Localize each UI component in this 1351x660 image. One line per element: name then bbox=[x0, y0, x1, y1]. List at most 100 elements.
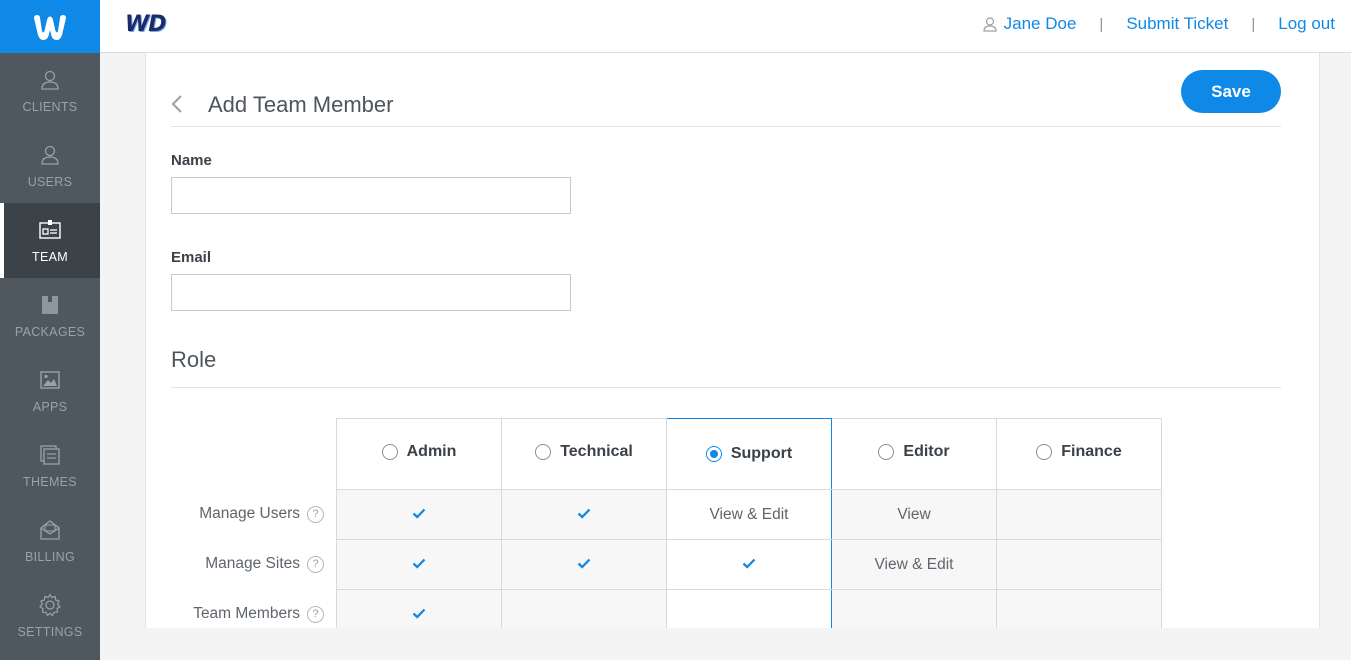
role-option-technical[interactable]: Technical bbox=[501, 418, 667, 490]
permission-labels: Manage Users? Manage Sites? Team Members? bbox=[171, 489, 324, 628]
person-icon bbox=[41, 70, 59, 90]
permission-cell: View & Edit bbox=[666, 489, 832, 540]
radio-button[interactable] bbox=[878, 444, 895, 460]
email-label: Email bbox=[171, 249, 212, 266]
permission-value: View & Edit bbox=[709, 505, 789, 523]
person-icon bbox=[41, 145, 59, 165]
id-card-icon bbox=[39, 219, 61, 239]
permission-cell bbox=[501, 489, 667, 540]
role-radio-group[interactable]: Editor bbox=[878, 443, 950, 461]
permission-value: View bbox=[897, 505, 931, 523]
radio-button[interactable] bbox=[1036, 444, 1053, 460]
role-radio-group[interactable]: Finance bbox=[1036, 443, 1122, 461]
role-label: Editor bbox=[903, 443, 950, 460]
page-header: Add Team Member Save bbox=[171, 53, 1281, 127]
user-name: Jane Doe bbox=[1003, 14, 1077, 33]
permission-row-label: Manage Sites? bbox=[171, 539, 324, 589]
permission-name: Manage Sites bbox=[205, 555, 300, 572]
sidebar-item-team[interactable]: TEAM bbox=[0, 203, 100, 278]
role-radio-group[interactable]: Admin bbox=[381, 443, 457, 461]
role-label: Support bbox=[730, 445, 793, 462]
top-bar: WD Jane Doe | Submit Ticket | Log out bbox=[100, 0, 1351, 53]
sidebar-item-label: APPS bbox=[32, 399, 68, 414]
permission-cell: View & Edit bbox=[831, 539, 997, 590]
checkmark-icon bbox=[577, 558, 591, 569]
sidebar: CLIENTS USERS TEAM PACKAGES APPS THEMES BILLIN… bbox=[0, 0, 100, 660]
role-label: Finance bbox=[1061, 443, 1122, 460]
name-label: Name bbox=[171, 152, 212, 169]
logout-link[interactable]: Log out bbox=[1278, 14, 1335, 34]
checkmark-icon bbox=[412, 508, 426, 519]
user-menu[interactable]: Jane Doe bbox=[983, 14, 1077, 34]
main-card: Add Team Member Save Name Email Role Man… bbox=[145, 53, 1320, 628]
table-row bbox=[336, 589, 1162, 628]
role-option-support[interactable]: Support bbox=[666, 418, 832, 490]
nav-separator: | bbox=[1099, 15, 1104, 33]
submit-ticket-link[interactable]: Submit Ticket bbox=[1126, 14, 1228, 34]
name-field[interactable] bbox=[171, 177, 571, 214]
top-nav: Jane Doe | Submit Ticket | Log out bbox=[983, 14, 1335, 34]
permission-name: Team Members bbox=[193, 605, 300, 622]
role-radio-group[interactable]: Technical bbox=[535, 443, 633, 461]
permission-name: Manage Users bbox=[199, 505, 300, 522]
permission-cell bbox=[996, 489, 1162, 540]
sidebar-item-label: TEAM bbox=[32, 249, 68, 264]
checkmark-icon bbox=[412, 608, 426, 619]
radio-button[interactable] bbox=[381, 444, 398, 460]
permission-cell bbox=[996, 589, 1162, 628]
role-option-finance[interactable]: Finance bbox=[996, 418, 1162, 490]
role-table: Admin Technical Support Editor Finance View … bbox=[336, 418, 1162, 628]
role-option-admin[interactable]: Admin bbox=[336, 418, 502, 490]
permission-cell bbox=[336, 589, 502, 628]
chevron-left-icon[interactable] bbox=[171, 94, 183, 114]
sidebar-item-apps[interactable]: APPS bbox=[0, 353, 100, 428]
sidebar-item-themes[interactable]: THEMES bbox=[0, 428, 100, 503]
radio-button[interactable] bbox=[705, 446, 722, 462]
sidebar-item-settings[interactable]: SETTINGS bbox=[0, 578, 100, 653]
package-icon bbox=[42, 295, 58, 314]
role-option-editor[interactable]: Editor bbox=[831, 418, 997, 490]
role-section-title: Role bbox=[171, 347, 217, 372]
sidebar-item-clients[interactable]: CLIENTS bbox=[0, 53, 100, 128]
role-label: Admin bbox=[406, 443, 457, 460]
image-icon bbox=[40, 370, 60, 389]
role-label: Technical bbox=[560, 443, 633, 460]
sidebar-item-label: SETTINGS bbox=[17, 624, 83, 639]
table-row: View & Edit bbox=[336, 539, 1162, 590]
permission-row-label: Manage Users? bbox=[171, 489, 324, 539]
weebly-w-logo-icon bbox=[34, 14, 66, 40]
sidebar-item-label: USERS bbox=[27, 174, 73, 189]
sidebar-item-label: BILLING bbox=[24, 549, 76, 564]
divider bbox=[171, 387, 1281, 388]
sidebar-item-label: THEMES bbox=[23, 474, 77, 489]
gear-icon bbox=[39, 592, 61, 617]
permission-value: View & Edit bbox=[874, 555, 954, 573]
role-radio-group[interactable]: Support bbox=[705, 445, 793, 463]
sidebar-item-packages[interactable]: PACKAGES bbox=[0, 278, 100, 353]
user-icon bbox=[983, 16, 997, 32]
sidebar-item-users[interactable]: USERS bbox=[0, 128, 100, 203]
help-icon[interactable]: ? bbox=[307, 555, 324, 573]
themes-icon bbox=[40, 444, 60, 465]
page-title: Add Team Member bbox=[208, 92, 394, 117]
permission-cell bbox=[996, 539, 1162, 590]
permission-cell bbox=[336, 539, 502, 590]
sidebar-item-label: PACKAGES bbox=[14, 324, 86, 339]
permission-row-label: Team Members? bbox=[171, 589, 324, 628]
permission-cell bbox=[666, 539, 832, 590]
checkmark-icon bbox=[412, 558, 426, 569]
sidebar-item-billing[interactable]: BILLING bbox=[0, 503, 100, 578]
help-icon[interactable]: ? bbox=[307, 605, 324, 623]
permission-cell bbox=[501, 589, 667, 628]
weebly-logo[interactable] bbox=[0, 0, 100, 53]
brand-logo[interactable]: WD bbox=[125, 12, 167, 37]
table-row: View & Edit View bbox=[336, 489, 1162, 540]
sidebar-item-label: CLIENTS bbox=[22, 99, 78, 114]
radio-button[interactable] bbox=[535, 444, 552, 460]
permission-cell bbox=[666, 589, 832, 628]
save-button[interactable]: Save bbox=[1181, 70, 1281, 113]
help-icon[interactable]: ? bbox=[307, 505, 324, 523]
checkmark-icon bbox=[577, 508, 591, 519]
email-field[interactable] bbox=[171, 274, 571, 311]
nav-separator: | bbox=[1251, 15, 1256, 33]
